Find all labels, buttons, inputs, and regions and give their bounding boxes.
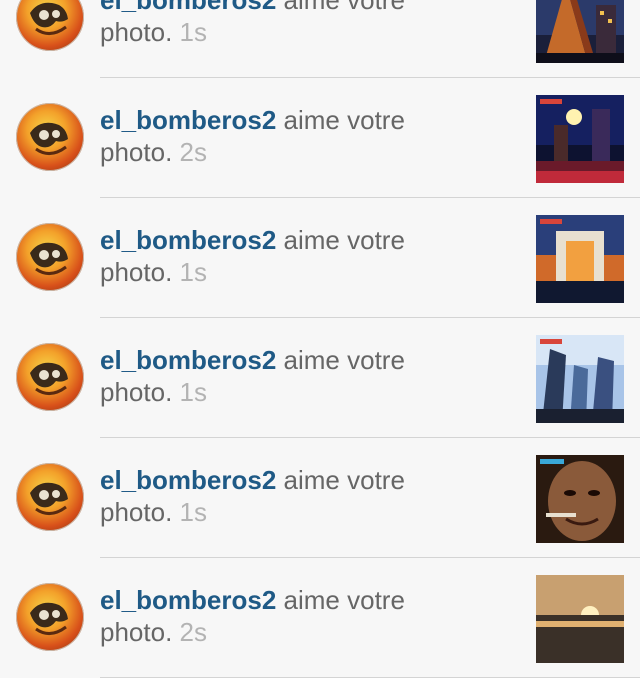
username-link[interactable]: el_bomberos2 xyxy=(100,345,276,375)
photo-thumbnail[interactable] xyxy=(536,0,624,63)
action-text: aime votre xyxy=(283,105,405,135)
user-avatar[interactable] xyxy=(16,223,84,291)
timestamp: 1s xyxy=(179,17,207,47)
object-text: photo. xyxy=(100,257,173,287)
photo-thumbnail[interactable] xyxy=(536,455,624,543)
timestamp: 1s xyxy=(179,377,207,407)
photo-image xyxy=(536,0,624,63)
activity-row[interactable]: el_bomberos2 aime votre photo. 1s xyxy=(0,0,640,78)
username-link[interactable]: el_bomberos2 xyxy=(100,105,276,135)
activity-text: el_bomberos2 aime votre photo. 2s xyxy=(100,104,520,168)
timestamp: 1s xyxy=(179,497,207,527)
photo-thumbnail[interactable] xyxy=(536,215,624,303)
username-link[interactable]: el_bomberos2 xyxy=(100,585,276,615)
activity-row[interactable]: el_bomberos2 aime votre photo. 1s xyxy=(0,318,640,438)
user-avatar[interactable] xyxy=(16,0,84,51)
avatar-image xyxy=(30,602,68,635)
activity-row[interactable]: el_bomberos2 aime votre photo. 1s xyxy=(0,198,640,318)
action-text: aime votre xyxy=(283,345,405,375)
avatar-image xyxy=(30,482,68,515)
username-link[interactable]: el_bomberos2 xyxy=(100,0,276,15)
user-avatar[interactable] xyxy=(16,343,84,411)
photo-image xyxy=(536,95,624,183)
activity-text: el_bomberos2 aime votre photo. 2s xyxy=(100,584,520,648)
action-text: aime votre xyxy=(283,225,405,255)
timestamp: 1s xyxy=(179,257,207,287)
photo-thumbnail[interactable] xyxy=(536,335,624,423)
avatar-image xyxy=(30,242,68,275)
user-avatar[interactable] xyxy=(16,583,84,651)
photo-thumbnail[interactable] xyxy=(536,575,624,663)
activity-row[interactable]: el_bomberos2 aime votre photo. 2s xyxy=(0,558,640,678)
avatar-image xyxy=(30,362,68,395)
avatar-image xyxy=(30,122,68,155)
photo-image xyxy=(536,455,624,543)
photo-image xyxy=(536,215,624,303)
object-text: photo. xyxy=(100,137,173,167)
user-avatar[interactable] xyxy=(16,463,84,531)
object-text: photo. xyxy=(100,617,173,647)
activity-row[interactable]: el_bomberos2 aime votre photo. 1s xyxy=(0,438,640,558)
photo-image xyxy=(536,335,624,423)
action-text: aime votre xyxy=(283,585,405,615)
timestamp: 2s xyxy=(179,137,207,167)
user-avatar[interactable] xyxy=(16,103,84,171)
activity-row[interactable]: el_bomberos2 aime votre photo. 2s xyxy=(0,78,640,198)
activity-feed: el_bomberos2 aime votre photo. 1s el_bom… xyxy=(0,0,640,678)
object-text: photo. xyxy=(100,497,173,527)
activity-text: el_bomberos2 aime votre photo. 1s xyxy=(100,464,520,528)
avatar-image xyxy=(30,2,68,35)
action-text: aime votre xyxy=(283,0,405,15)
object-text: photo. xyxy=(100,17,173,47)
action-text: aime votre xyxy=(283,465,405,495)
username-link[interactable]: el_bomberos2 xyxy=(100,225,276,255)
photo-image xyxy=(536,575,624,663)
timestamp: 2s xyxy=(179,617,207,647)
object-text: photo. xyxy=(100,377,173,407)
photo-thumbnail[interactable] xyxy=(536,95,624,183)
activity-text: el_bomberos2 aime votre photo. 1s xyxy=(100,224,520,288)
activity-text: el_bomberos2 aime votre photo. 1s xyxy=(100,0,520,48)
username-link[interactable]: el_bomberos2 xyxy=(100,465,276,495)
activity-text: el_bomberos2 aime votre photo. 1s xyxy=(100,344,520,408)
